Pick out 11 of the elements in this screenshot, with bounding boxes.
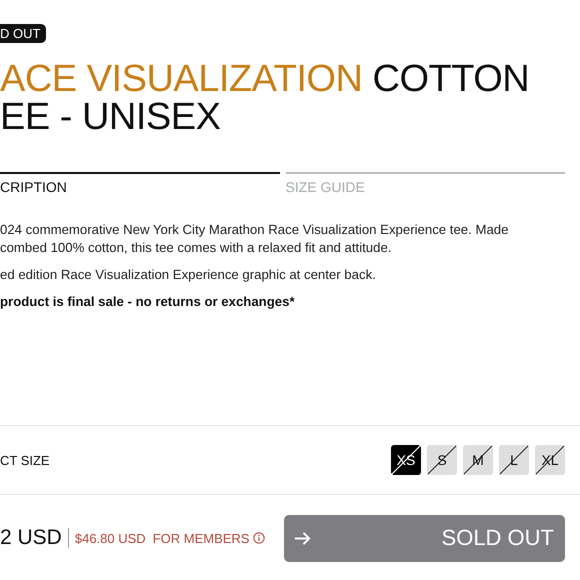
select-size-label: CT SIZE: [0, 452, 50, 468]
description-paragraph: product is final sale - no returns or exchanges*: [0, 293, 296, 311]
description-paragraph: 024 commemorative New York City Marathon Race Visualization Experience tee. Made combed 100% cotton, this tee comes with a relaxed fit and attitude.: [0, 221, 510, 257]
sold-out-badge: D OUT: [0, 24, 46, 43]
member-price: $46.80 USD: [74, 530, 146, 546]
tab[interactable]: CRIPTION: [0, 172, 280, 195]
description-paragraph: ed edition Race Visualization Experience graphic at center back.: [0, 266, 377, 284]
members-label: FOR MEMBERS: [152, 530, 250, 546]
info-icon[interactable]: [253, 532, 266, 544]
product-title: ACE VISUALIZATION COTTON EE - UNISEX: [0, 60, 530, 136]
price: 2 USD: [0, 526, 62, 550]
